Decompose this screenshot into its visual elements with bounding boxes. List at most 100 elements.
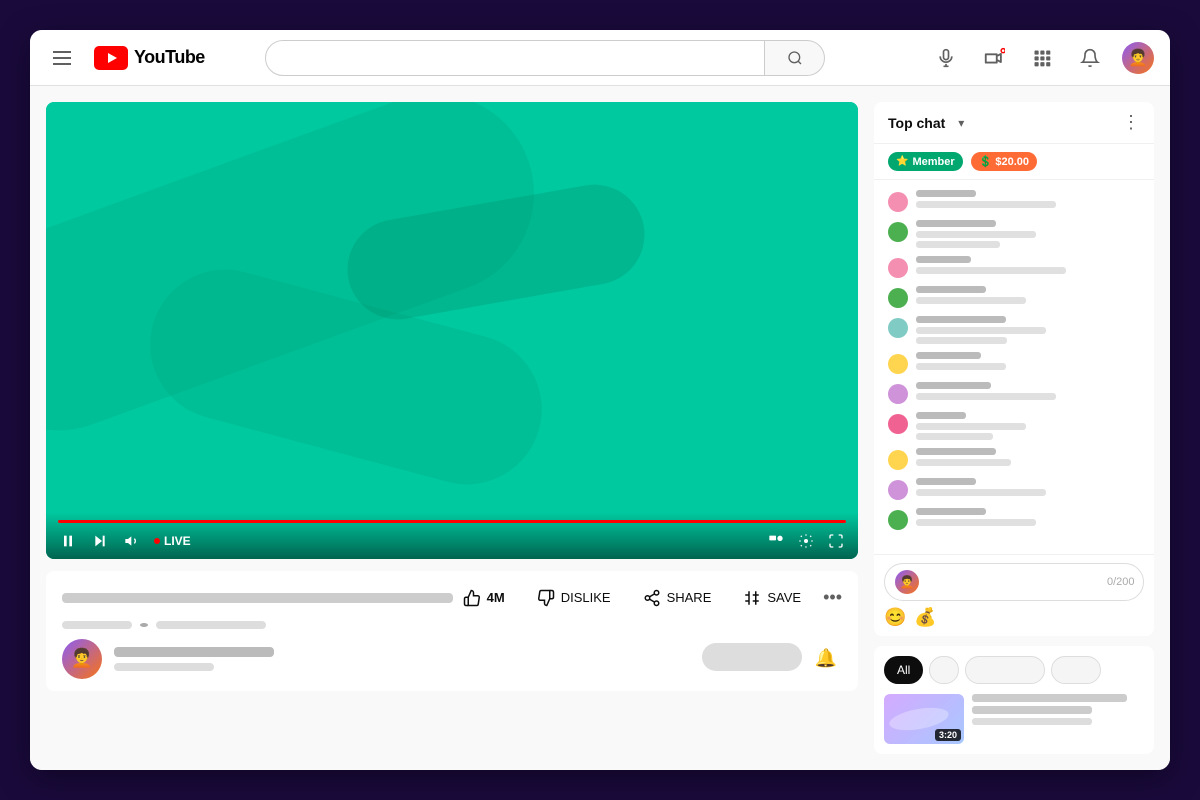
msg-text — [916, 267, 1066, 274]
subscribe-button[interactable] — [702, 643, 802, 671]
chat-dropdown-button[interactable]: ▾ — [951, 113, 971, 133]
msg-name — [916, 316, 1006, 323]
settings-button[interactable] — [796, 531, 816, 551]
like-count: 4M — [487, 590, 505, 605]
chat-message — [874, 408, 1154, 444]
msg-content — [916, 382, 1140, 400]
video-meta — [62, 621, 842, 629]
user-avatar[interactable]: 🧑‍🦱 — [1122, 42, 1154, 74]
chat-action-row: 😊 💰 — [884, 607, 1144, 628]
msg-text — [916, 327, 1046, 334]
mic-button[interactable] — [930, 42, 962, 74]
rec-pill-all[interactable]: All — [884, 656, 923, 684]
chat-box: Top chat ▾ ⋮ ⭐ Member 💲 $20.00 — [874, 102, 1154, 636]
msg-content — [916, 412, 1140, 440]
msg-content — [916, 448, 1140, 466]
chat-input[interactable] — [925, 575, 1101, 590]
rec-item: 3:20 — [884, 694, 1144, 744]
rec-thumbnail[interactable]: 3:20 — [884, 694, 964, 744]
rec-pill-1[interactable] — [929, 656, 959, 684]
msg-content — [916, 256, 1140, 274]
msg-avatar — [888, 222, 908, 242]
msg-text — [916, 231, 1036, 238]
video-player[interactable]: LIVE — [46, 102, 858, 559]
miniplayer-toggle[interactable] — [766, 531, 786, 551]
msg-name — [916, 478, 976, 485]
save-button[interactable]: SAVE — [733, 583, 811, 613]
video-background — [46, 102, 858, 559]
notifications-button[interactable] — [1074, 42, 1106, 74]
chat-menu-button[interactable]: ⋮ — [1122, 112, 1140, 133]
channel-row: 🧑‍🦱 🔔 — [62, 639, 842, 679]
controls-right — [766, 531, 846, 551]
header-right: 🧑‍🦱 — [930, 42, 1154, 74]
msg-avatar — [888, 480, 908, 500]
volume-button[interactable] — [122, 531, 142, 551]
msg-name — [916, 190, 976, 197]
money-badge: 💲 $20.00 — [971, 152, 1037, 171]
meta-bar-2 — [140, 623, 148, 627]
left-panel: LIVE — [46, 102, 858, 754]
msg-avatar — [888, 318, 908, 338]
chat-message — [874, 504, 1154, 534]
chat-user-avatar: 🧑‍🦱 — [895, 570, 919, 594]
msg-avatar — [888, 384, 908, 404]
channel-name — [114, 647, 274, 657]
rec-title-2 — [972, 706, 1092, 714]
msg-text — [916, 423, 1026, 430]
video-title-bar: 4M DISLIKE — [62, 583, 842, 613]
rec-pill-2[interactable] — [965, 656, 1045, 684]
msg-text — [916, 297, 1026, 304]
msg-text — [916, 363, 1006, 370]
msg-avatar — [888, 450, 908, 470]
progress-bar[interactable] — [58, 520, 846, 523]
msg-content — [916, 316, 1140, 344]
create-button[interactable] — [978, 42, 1010, 74]
member-icon: ⭐ — [896, 156, 908, 167]
rec-meta — [972, 718, 1092, 725]
msg-avatar — [888, 354, 908, 374]
msg-content — [916, 508, 1140, 526]
search-button[interactable] — [765, 40, 825, 76]
msg-text-2 — [916, 433, 993, 440]
apps-button[interactable] — [1026, 42, 1058, 74]
right-panel: Top chat ▾ ⋮ ⭐ Member 💲 $20.00 — [874, 102, 1154, 754]
msg-name — [916, 382, 991, 389]
hamburger-icon — [53, 51, 71, 65]
like-button[interactable]: 4M — [453, 583, 515, 613]
msg-text — [916, 489, 1046, 496]
msg-content — [916, 190, 1140, 208]
chat-message — [874, 378, 1154, 408]
msg-name — [916, 352, 981, 359]
share-button[interactable]: SHARE — [633, 583, 722, 613]
channel-subs — [114, 663, 214, 671]
video-actions: 4M DISLIKE — [453, 583, 842, 613]
logo-text: YouTube — [134, 47, 205, 68]
channel-avatar[interactable]: 🧑‍🦱 — [62, 639, 102, 679]
pause-button[interactable] — [58, 531, 78, 551]
msg-name — [916, 508, 986, 515]
bell-button[interactable]: 🔔 — [810, 643, 842, 675]
msg-text-2 — [916, 241, 1000, 248]
chat-message — [874, 216, 1154, 252]
rec-title — [972, 694, 1127, 702]
header: YouTube — [30, 30, 1170, 86]
hamburger-button[interactable] — [46, 42, 78, 74]
rec-info — [972, 694, 1144, 725]
super-chat-button[interactable]: 💰 — [914, 607, 936, 628]
chat-message — [874, 444, 1154, 474]
member-label: Member — [912, 156, 954, 168]
channel-info — [114, 647, 690, 671]
share-label: SHARE — [667, 590, 712, 605]
msg-avatar — [888, 192, 908, 212]
emoji-button[interactable]: 😊 — [884, 607, 906, 628]
more-button[interactable]: ••• — [823, 587, 842, 608]
fullscreen-button[interactable] — [826, 531, 846, 551]
dislike-button[interactable]: DISLIKE — [527, 583, 621, 613]
rec-pill-3[interactable] — [1051, 656, 1101, 684]
search-input[interactable] — [265, 40, 765, 76]
msg-avatar — [888, 258, 908, 278]
skip-button[interactable] — [90, 531, 110, 551]
msg-text — [916, 459, 1011, 466]
msg-text-2 — [916, 337, 1007, 344]
